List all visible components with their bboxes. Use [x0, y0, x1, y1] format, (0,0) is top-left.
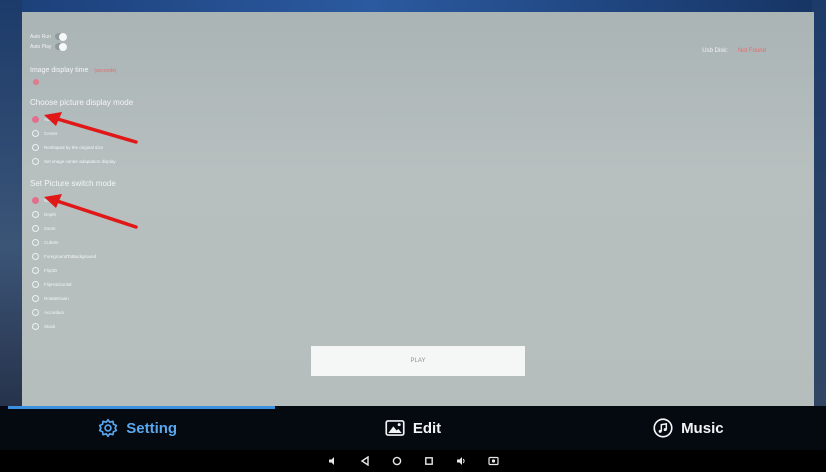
switch-mode-option[interactable]: Flip3D [32, 265, 57, 275]
image-display-time-value[interactable]: (seconds) [94, 68, 116, 74]
tab-edit[interactable]: Edit [275, 406, 550, 450]
radio-button[interactable] [32, 129, 39, 137]
radio-button[interactable] [32, 266, 39, 274]
play-button[interactable]: PLAY [311, 346, 525, 376]
auto-run-row: Auto Run [30, 32, 67, 41]
switch-mode-label: FlipHorizontal [44, 281, 72, 287]
display-mode-label: Set image center adaptation display [44, 158, 116, 164]
switch-mode-option[interactable]: ForegroundToBackground [32, 251, 96, 261]
radio-button[interactable] [32, 238, 39, 246]
switch-mode-label: RotateDown [44, 295, 69, 301]
radio-button[interactable] [32, 210, 39, 218]
tab-setting-label: Setting [126, 419, 178, 437]
tab-setting[interactable]: Setting [0, 406, 276, 450]
image-display-time: Image display time (seconds) [30, 67, 116, 74]
bottom-tab-bar: Setting Edit Music [0, 406, 826, 450]
display-time-slider-thumb[interactable] [33, 79, 39, 85]
switch-mode-option[interactable]: Accordion [32, 307, 64, 317]
radio-button[interactable] [32, 196, 39, 204]
auto-run-label: Auto Run [30, 33, 51, 40]
radio-button[interactable] [32, 115, 39, 123]
music-note-icon [653, 418, 673, 438]
auto-play-toggle[interactable] [55, 42, 68, 51]
tab-edit-label: Edit [412, 419, 442, 437]
auto-run-toggle[interactable] [54, 32, 67, 41]
display-mode-title: Choose picture display mode [30, 98, 134, 107]
annotation-arrow [44, 112, 138, 144]
radio-button[interactable] [32, 143, 39, 151]
recents-icon[interactable] [423, 455, 435, 467]
switch-mode-title: Set Picture switch mode [30, 179, 116, 188]
settings-screen: Auto Run Auto Play Usb Disk: Not Found I… [22, 12, 814, 408]
switch-mode-label: Flip3D [44, 267, 58, 273]
switch-mode-option[interactable]: Stack [32, 321, 55, 331]
gear-icon [98, 418, 118, 438]
usb-disk-label: Usb Disk: [702, 48, 728, 54]
auto-play-label: Auto Play [30, 43, 52, 50]
volume-up-icon[interactable] [455, 455, 467, 467]
radio-button[interactable] [32, 280, 39, 288]
image-icon [385, 419, 405, 437]
system-nav-bar [0, 450, 826, 472]
radio-button[interactable] [32, 294, 39, 302]
switch-mode-label: ForegroundToBackground [44, 253, 97, 259]
radio-button[interactable] [32, 308, 39, 316]
switch-mode-label: Accordion [44, 309, 65, 315]
usb-disk-status: Usb Disk: Not Found [702, 48, 766, 54]
device-bezel-right [812, 0, 826, 410]
volume-down-icon[interactable] [327, 455, 339, 467]
screenshot-icon[interactable] [487, 455, 499, 467]
annotation-arrow [44, 194, 138, 229]
radio-button[interactable] [32, 224, 39, 232]
radio-button[interactable] [32, 252, 39, 260]
auto-play-row: Auto Play [30, 42, 68, 51]
device-bezel-left [0, 0, 22, 410]
tab-music[interactable]: Music [551, 406, 826, 450]
switch-mode-option[interactable]: RotateDown [32, 293, 69, 303]
switch-mode-label: CubeIn [44, 239, 59, 245]
image-display-time-label: Image display time [30, 67, 89, 74]
usb-disk-value: Not Found [737, 48, 766, 54]
switch-mode-label: Stack [44, 323, 56, 329]
radio-button[interactable] [32, 157, 39, 165]
tab-music-label: Music [681, 419, 724, 437]
radio-button[interactable] [32, 322, 39, 330]
back-icon[interactable] [359, 455, 371, 467]
switch-mode-option[interactable]: FlipHorizontal [32, 279, 72, 289]
home-icon[interactable] [391, 455, 403, 467]
switch-mode-option[interactable]: CubeIn [32, 237, 59, 247]
display-mode-option[interactable]: Set image center adaptation display [32, 156, 116, 166]
